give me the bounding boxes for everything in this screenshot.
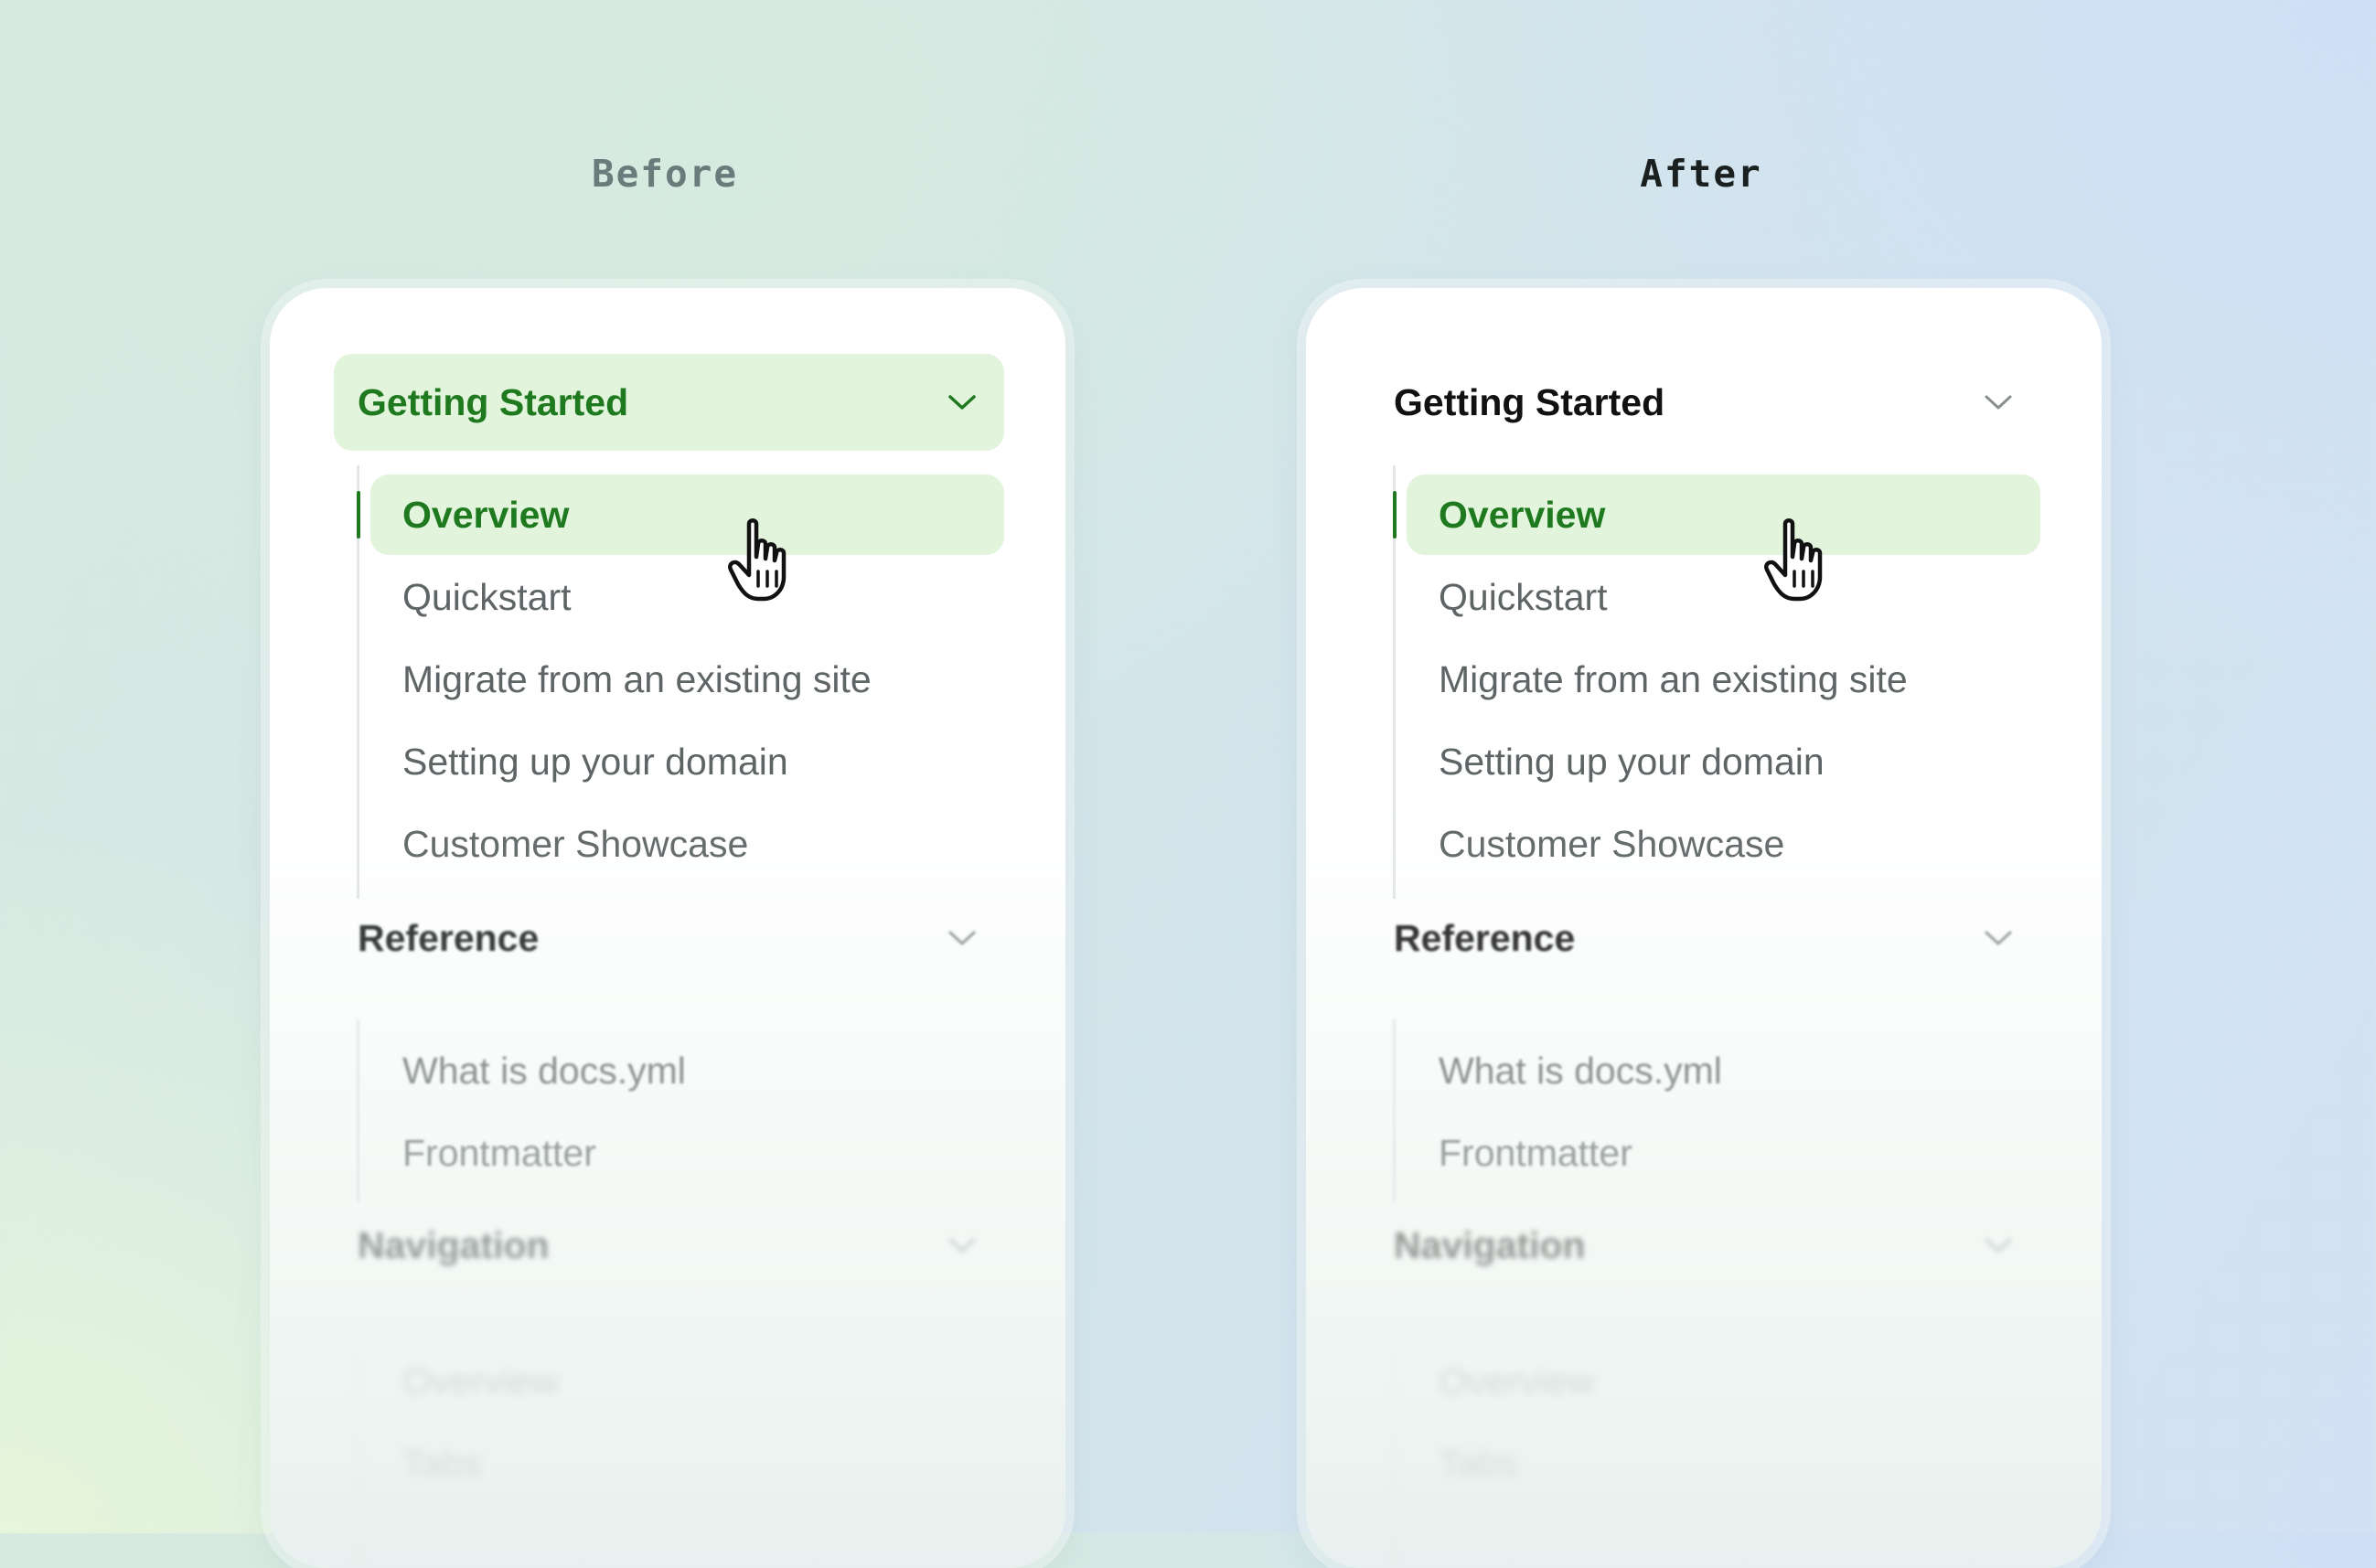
group-title: Getting Started: [1394, 380, 1665, 423]
chevron-down-icon: [946, 386, 979, 419]
nav-rail: [1393, 1326, 1396, 1563]
group-navigation[interactable]: Navigation: [334, 1197, 1004, 1294]
nav-item-showcase[interactable]: Customer Showcase: [370, 804, 1004, 884]
group-getting-started[interactable]: Getting Started: [1306, 354, 2040, 451]
nav-item-migrate[interactable]: Migrate from an existing site: [1407, 639, 2040, 720]
group-title: Navigation: [358, 1223, 550, 1266]
chevron-down-icon: [1982, 922, 2015, 955]
group-navigation[interactable]: Navigation: [1306, 1197, 2040, 1294]
nav-rail: [357, 1326, 359, 1563]
nav-item-tabs[interactable]: Tabs: [370, 1424, 1004, 1504]
nav-item-nav-overview[interactable]: Overview: [370, 1341, 1004, 1422]
sidebar-panel-after: Getting Started Overview Quickstart Migr…: [1306, 288, 2102, 1568]
active-indicator: [357, 491, 360, 539]
before-label: Before: [591, 152, 739, 196]
nav-item-frontmatter[interactable]: Frontmatter: [1407, 1113, 2040, 1193]
nav-item-domain[interactable]: Setting up your domain: [1407, 721, 2040, 802]
chevron-down-icon: [946, 922, 979, 955]
active-indicator: [1393, 491, 1397, 539]
nav-item-quickstart[interactable]: Quickstart: [1407, 557, 2040, 637]
group-title: Reference: [358, 916, 540, 959]
nav-item-overview[interactable]: Overview: [370, 475, 1004, 555]
nav-item-nav-overview[interactable]: Overview: [1407, 1341, 2040, 1422]
group-title: Reference: [1394, 916, 1576, 959]
sidebar-panel-before: Getting Started Overview Quickstart Migr…: [270, 288, 1065, 1568]
chevron-down-icon: [1982, 386, 2015, 419]
nav-item-quickstart[interactable]: Quickstart: [370, 557, 1004, 637]
group-reference[interactable]: Reference: [1306, 890, 2040, 987]
nav-rail: [357, 1019, 359, 1202]
nav-item-tabs[interactable]: Tabs: [1407, 1424, 2040, 1504]
group-title: Getting Started: [358, 380, 629, 423]
hand-pointer-icon: [1764, 518, 1823, 602]
nav-item-docs-yml[interactable]: What is docs.yml: [1407, 1030, 2040, 1111]
group-reference[interactable]: Reference: [334, 890, 1004, 987]
nav-item-frontmatter[interactable]: Frontmatter: [370, 1113, 1004, 1193]
nav-item-domain[interactable]: Setting up your domain: [370, 721, 1004, 802]
hand-pointer-icon: [728, 518, 787, 602]
nav-item-showcase[interactable]: Customer Showcase: [1407, 804, 2040, 884]
nav-item-docs-yml[interactable]: What is docs.yml: [370, 1030, 1004, 1111]
nav-item-migrate[interactable]: Migrate from an existing site: [370, 639, 1004, 720]
chevron-down-icon: [946, 1229, 979, 1262]
group-title: Navigation: [1394, 1223, 1586, 1266]
nav-item-overview[interactable]: Overview: [1407, 475, 2040, 555]
group-getting-started[interactable]: Getting Started: [334, 354, 1004, 451]
after-label: After: [1640, 152, 1762, 196]
nav-rail: [1393, 1019, 1396, 1202]
chevron-down-icon: [1982, 1229, 2015, 1262]
